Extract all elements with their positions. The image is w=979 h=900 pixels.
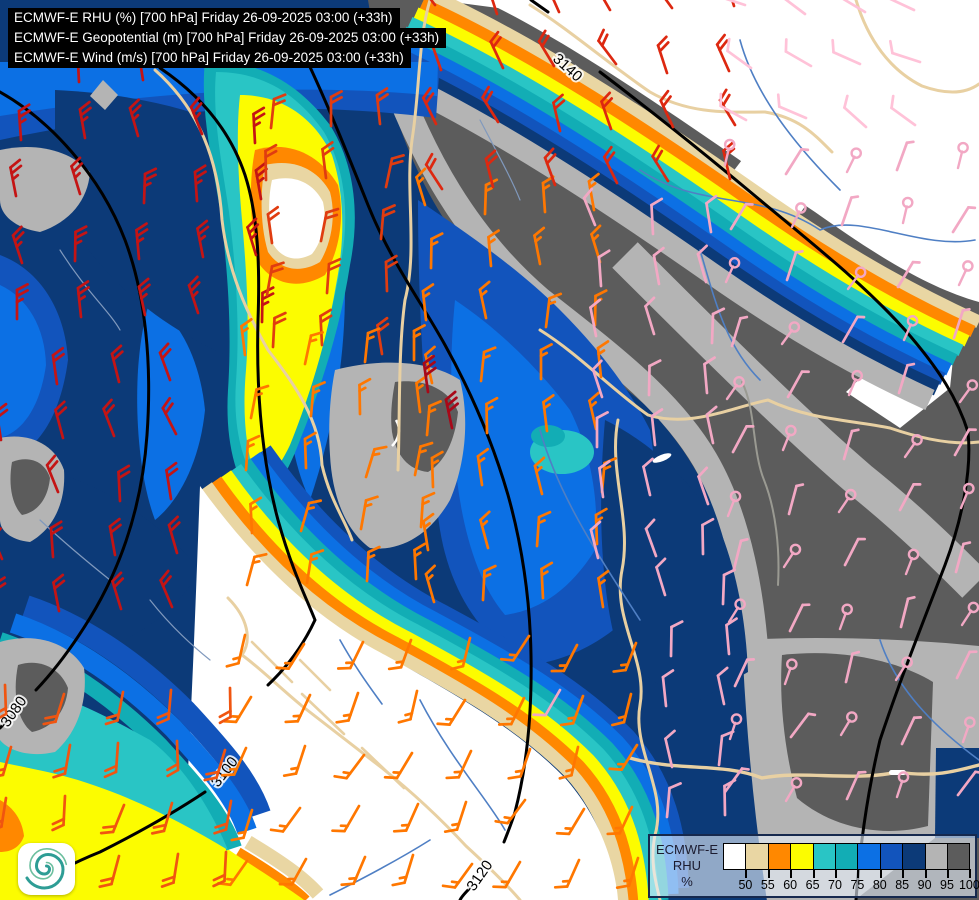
legend-swatch [857, 843, 881, 870]
spiral-swirl-icon [25, 847, 68, 890]
legend-tick-label: 50 [738, 878, 753, 892]
legend-tick-label: 90 [917, 878, 932, 892]
legend-tick [947, 869, 949, 878]
legend-swatch [723, 843, 747, 870]
legend-tick-label: 80 [872, 878, 887, 892]
header-line-rhu: ECMWF-E RHU (%) [700 hPa] Friday 26-09-2… [8, 8, 400, 28]
provider-logo [18, 843, 75, 895]
legend-tick-label: 100 [958, 878, 979, 892]
legend-title: ECMWF-E RHU % [654, 842, 720, 890]
legend-tick-label: 70 [828, 878, 842, 892]
legend-tick-label: 75 [850, 878, 865, 892]
header-line-geopotential: ECMWF-E Geopotential (m) [700 hPa] Frida… [8, 28, 447, 48]
rhu-legend: ECMWF-E RHU % 50 55 60 65 70 75 80 85 90 95 100 [648, 834, 979, 898]
legend-title-model: ECMWF-E [655, 842, 719, 857]
legend-tick [767, 869, 770, 878]
legend-tick [745, 869, 748, 878]
legend-tick [924, 869, 927, 878]
legend-title-unit: % [681, 874, 693, 889]
legend-tick [879, 869, 882, 878]
legend-swatch [947, 843, 971, 870]
legend-tick-label: 85 [895, 878, 910, 892]
legend-tick [790, 869, 793, 878]
header-block: ECMWF-E RHU (%) [700 hPa] Friday 26-09-2… [8, 8, 447, 68]
weather-map: 3140 3120 3100 3080 [0, 0, 979, 900]
legend-tick-label: 95 [940, 878, 954, 892]
legend-title-param: RHU [672, 858, 702, 873]
legend-swatch [790, 843, 814, 870]
legend-swatch [879, 843, 904, 870]
header-line-wind: ECMWF-E Wind (m/s) [700 hPa] Friday 26-0… [8, 48, 411, 68]
legend-tick [902, 869, 905, 878]
legend-tick-label: 55 [760, 878, 775, 892]
legend-tick [812, 869, 815, 878]
map-canvas: 3140 3120 3100 3080 [0, 0, 979, 900]
legend-tick [857, 869, 860, 878]
legend-swatch [924, 843, 948, 870]
legend-swatch [835, 843, 859, 870]
legend-tick-label: 60 [783, 878, 798, 892]
legend-tick-label: 65 [805, 878, 820, 892]
legend-swatch [767, 843, 792, 870]
legend-swatch [902, 843, 926, 870]
legend-tick [969, 869, 972, 878]
legend-swatch [745, 843, 769, 870]
legend-swatch [812, 843, 836, 870]
legend-tick [835, 869, 837, 878]
